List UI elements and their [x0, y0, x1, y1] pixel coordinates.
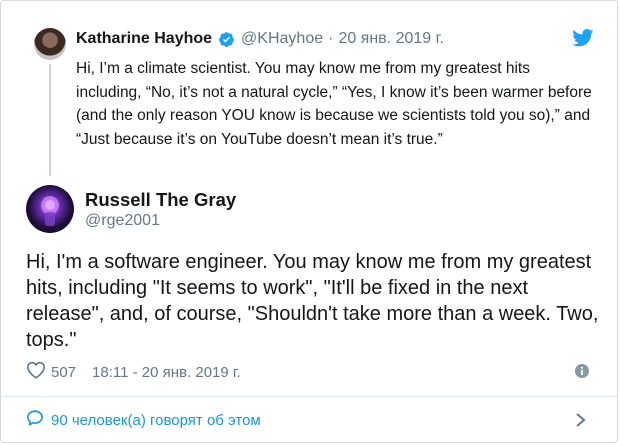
- like-count[interactable]: 507: [51, 364, 76, 381]
- author-name[interactable]: Russell The Gray: [85, 189, 236, 211]
- header-separator: ·: [328, 30, 334, 47]
- heart-icon[interactable]: [26, 361, 46, 383]
- tweet-timestamp[interactable]: 18:11 - 20 янв. 2019 г.: [92, 364, 241, 381]
- tweet-card: Katharine Hayhoe @KHayhoe · 20 янв. 2019…: [0, 0, 618, 443]
- twitter-bird-icon[interactable]: [572, 29, 594, 52]
- conversation-label: 90 человек(а) говорят об этом: [51, 411, 261, 429]
- info-icon[interactable]: [575, 364, 589, 383]
- quoted-author-name[interactable]: Katharine Hayhoe: [76, 30, 212, 48]
- quoted-author-handle[interactable]: @KHayhoe: [241, 30, 323, 48]
- verified-badge-icon: [218, 31, 235, 48]
- tweet-footer: 507 18:11 - 20 янв. 2019 г.: [26, 361, 241, 383]
- reply-bubble-icon: [26, 409, 44, 431]
- conversation-link[interactable]: 90 человек(а) говорят об этом: [26, 409, 261, 431]
- quoted-author-avatar[interactable]: [34, 28, 66, 60]
- quoted-tweet[interactable]: Katharine Hayhoe @KHayhoe · 20 янв. 2019…: [1, 1, 617, 183]
- author-handle[interactable]: @rge2001: [85, 212, 160, 230]
- quoted-tweet-text: Hi, I’m a climate scientist. You may kno…: [76, 60, 592, 148]
- author-avatar[interactable]: [26, 185, 74, 233]
- quoted-tweet-date[interactable]: 20 янв. 2019 г.: [338, 30, 444, 48]
- divider: [1, 396, 617, 397]
- thread-line: [49, 64, 51, 176]
- tweet-text: Hi, I'm a software engineer. You may kno…: [26, 251, 599, 351]
- quoted-tweet-header: Katharine Hayhoe @KHayhoe · 20 янв. 2019…: [76, 28, 444, 50]
- chevron-right-icon[interactable]: [575, 412, 587, 433]
